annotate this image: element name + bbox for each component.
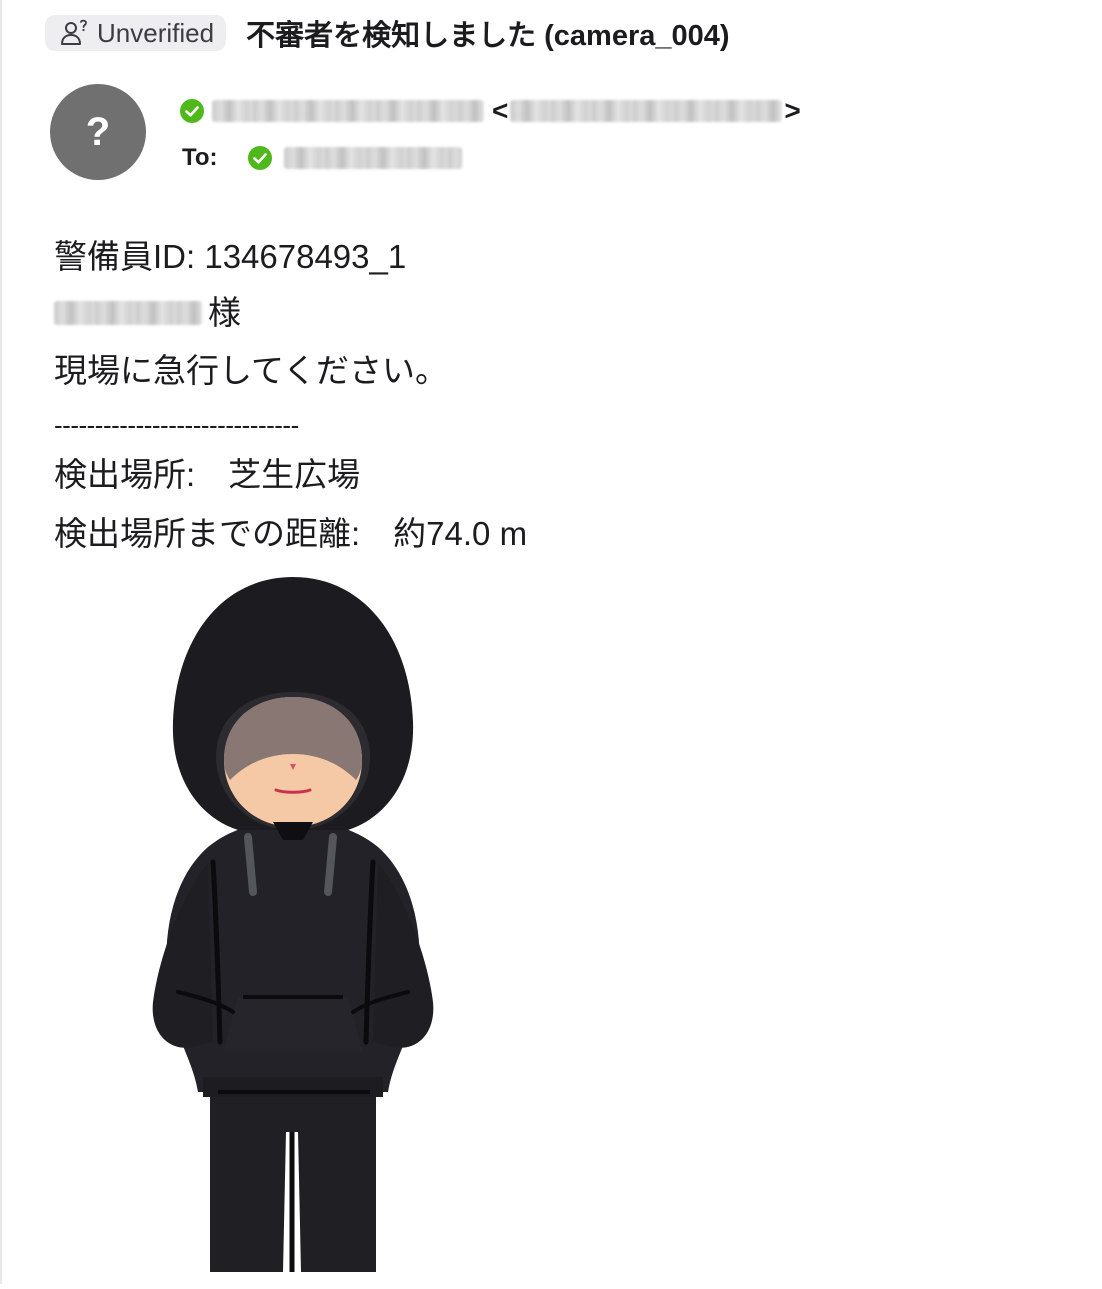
green-check-circle-icon xyxy=(247,146,272,170)
recipient-name-redacted[interactable] xyxy=(283,147,462,169)
hooded-person-illustration xyxy=(138,572,448,1284)
guard-id-line: 警備員ID: 134678493_1 xyxy=(54,238,407,275)
pane-divider xyxy=(0,0,2,1284)
recipient-name-line: 様 xyxy=(54,296,241,329)
distance-line: 検出場所までの距離: 約74.0 m xyxy=(54,515,528,552)
subject-row: Unverified 不審者を検知しました (camera_004) xyxy=(45,14,730,52)
sender-name-redacted[interactable] xyxy=(212,100,484,122)
unverified-label: Unverified xyxy=(97,17,215,48)
green-check-circle-icon xyxy=(180,99,204,123)
avatar-glyph: ? xyxy=(85,109,111,154)
from-row: < > xyxy=(180,94,801,128)
to-label: To: xyxy=(182,144,218,171)
sender-email-close-angle: > xyxy=(784,95,801,126)
person-question-icon xyxy=(59,18,89,48)
recipient-name-redacted xyxy=(54,300,202,325)
location-line: 検出場所: 芝生広場 xyxy=(54,456,361,493)
separator-line: ------------------------------ xyxy=(54,410,299,440)
instruction-line: 現場に急行してください。 xyxy=(54,352,449,389)
sender-avatar[interactable]: ? xyxy=(50,84,146,180)
email-subject: 不審者を検知しました (camera_004) xyxy=(246,20,730,52)
honorific: 様 xyxy=(208,294,241,331)
sender-email-redacted[interactable] xyxy=(510,100,783,122)
unverified-badge[interactable]: Unverified xyxy=(45,15,227,51)
to-row: To: xyxy=(182,142,462,174)
sender-email-open-angle: < xyxy=(492,95,509,126)
